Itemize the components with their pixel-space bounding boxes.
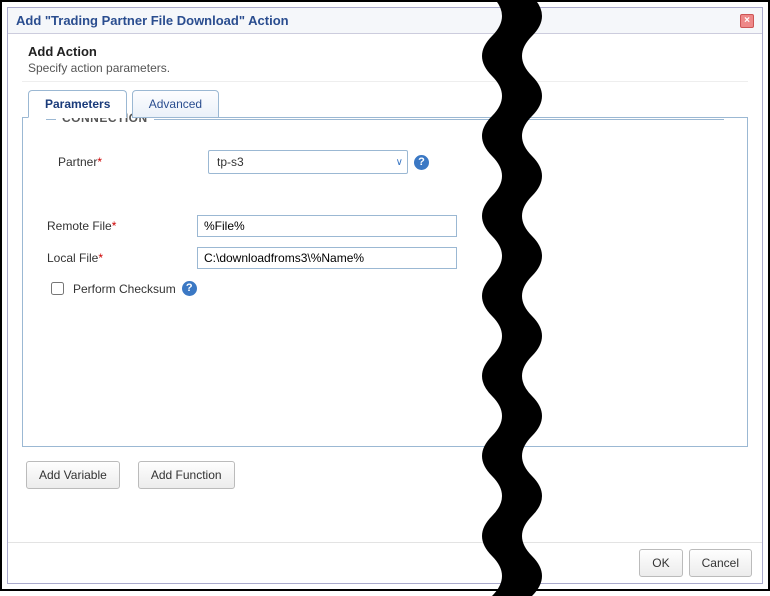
heading-main: Add Action — [28, 44, 742, 59]
label-remote-file: Remote File — [47, 219, 112, 233]
dialog-titlebar: Add "Trading Partner File Download" Acti… — [8, 8, 762, 34]
add-variable-button[interactable]: Add Variable — [26, 461, 120, 489]
chevron-down-icon: ∨ — [396, 157, 403, 168]
file-fields: Remote File* Local File* — [47, 215, 723, 298]
row-local-file: Local File* — [47, 247, 723, 269]
local-file-input[interactable] — [197, 247, 457, 269]
dialog-footer: OK Cancel — [8, 542, 762, 583]
perform-checksum-checkbox[interactable] — [51, 282, 64, 295]
partner-select-value: tp-s3 — [217, 155, 244, 169]
label-local-file: Local File — [47, 251, 98, 265]
row-perform-checksum: Perform Checksum ? — [47, 279, 723, 298]
dialog-window: Add "Trading Partner File Download" Acti… — [7, 7, 763, 584]
row-remote-file: Remote File* — [47, 215, 723, 237]
dialog-body: Add Action Specify action parameters. Pa… — [8, 34, 762, 542]
tab-strip: Parameters Advanced — [28, 90, 748, 118]
heading-sub: Specify action parameters. — [28, 61, 742, 75]
remote-file-input[interactable] — [197, 215, 457, 237]
partner-select[interactable]: tp-s3 ∨ — [208, 150, 408, 174]
tab-parameters[interactable]: Parameters — [28, 90, 127, 118]
tab-panel-parameters: CONNECTION Partner* tp-s3 ∨ ? — [22, 117, 748, 447]
add-function-button[interactable]: Add Function — [138, 461, 235, 489]
close-icon[interactable]: × — [740, 14, 754, 28]
required-marker: * — [97, 155, 102, 169]
heading-block: Add Action Specify action parameters. — [22, 44, 748, 82]
helper-buttons: Add Variable Add Function — [26, 461, 748, 489]
cancel-button[interactable]: Cancel — [689, 549, 752, 577]
help-icon[interactable]: ? — [182, 281, 197, 296]
tab-advanced[interactable]: Advanced — [132, 90, 219, 118]
connection-fieldset: CONNECTION Partner* tp-s3 ∨ ? — [46, 119, 724, 198]
help-icon[interactable]: ? — [414, 155, 429, 170]
dialog-title-text: Add "Trading Partner File Download" Acti… — [16, 13, 289, 28]
ok-button[interactable]: OK — [639, 549, 682, 577]
required-marker: * — [112, 219, 117, 233]
required-marker: * — [98, 251, 103, 265]
label-partner: Partner — [58, 155, 97, 169]
label-perform-checksum: Perform Checksum — [73, 282, 176, 296]
row-partner: Partner* tp-s3 ∨ ? — [58, 150, 712, 174]
